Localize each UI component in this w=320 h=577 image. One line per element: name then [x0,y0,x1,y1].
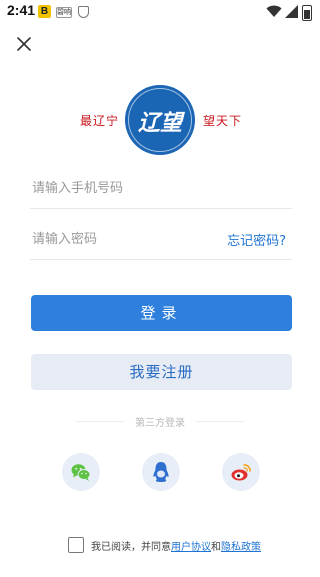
wifi-icon [266,5,282,17]
phone-input[interactable] [30,168,224,208]
status-bar: 2:41 B 碧响 [0,0,320,24]
third-party-divider: 第三方登录 [75,413,245,429]
forgot-password-link[interactable]: 忘记密码? [227,230,286,249]
wechat-icon [71,464,91,481]
close-button[interactable] [14,34,34,54]
close-icon [17,37,31,51]
logo-emblem: 辽望 [125,85,195,155]
qq-icon [153,462,169,482]
brand-logo: 最辽宁 辽望 望天下 [0,85,320,155]
register-button[interactable]: 我要注册 [31,354,292,390]
agreement-row: 我已阅读，并同意用户协议和隐私政策 [68,535,308,555]
agreement-text: 我已阅读，并同意用户协议和隐私政策 [91,538,261,553]
agreement-prefix: 我已阅读，并同意 [91,542,171,553]
notification-b-icon: B [38,5,51,18]
qq-login-button[interactable] [142,453,180,491]
app-notification-icon: 碧响 [56,7,72,18]
weibo-login-button[interactable] [222,453,260,491]
agreement-conjunction: 和 [211,542,221,553]
shield-icon [78,6,89,18]
battery-icon [302,5,312,21]
slogan-left: 最辽宁 [80,114,120,128]
privacy-policy-link[interactable]: 隐私政策 [221,542,261,553]
login-button[interactable]: 登录 [31,295,292,331]
user-agreement-link[interactable]: 用户协议 [171,542,211,553]
phone-field [30,168,292,209]
status-time: 2:41 [7,2,36,18]
wechat-login-button[interactable] [62,453,100,491]
slogan-right: 望天下 [203,114,243,128]
password-input[interactable] [30,219,224,259]
agreement-checkbox[interactable] [68,537,84,553]
weibo-icon [231,464,251,481]
password-field: 忘记密码? [30,219,292,260]
signal-icon [285,5,298,18]
logo-emblem-text: 辽望 [137,110,182,136]
